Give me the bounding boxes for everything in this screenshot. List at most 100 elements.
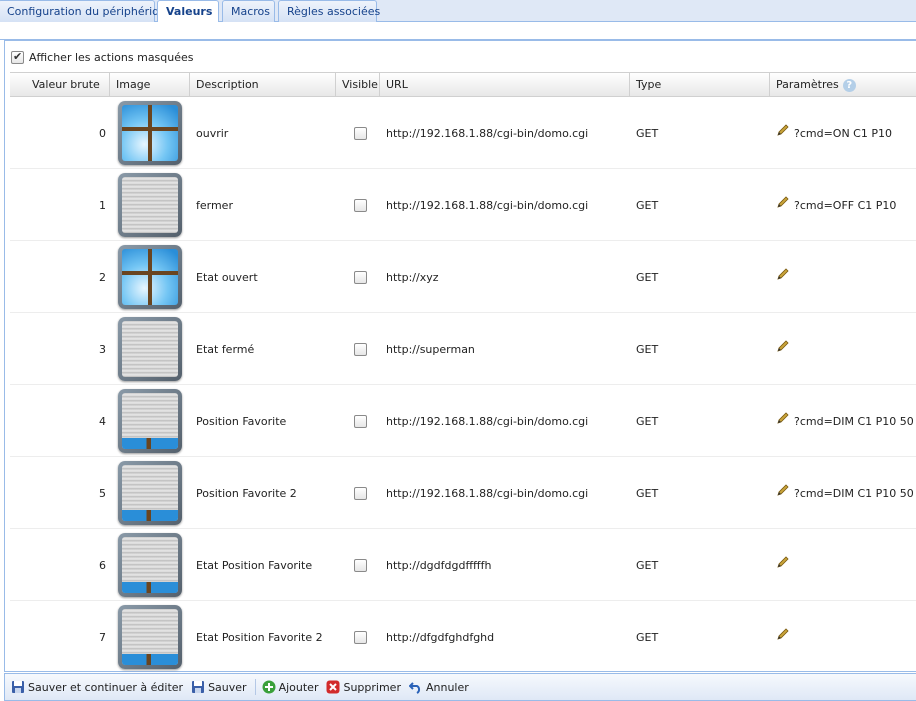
shutter-closed-icon[interactable] bbox=[118, 173, 182, 237]
table-row[interactable]: 1 fermer http://192.168.1.88/cgi-bin/domo.… bbox=[10, 169, 916, 241]
tab-macros[interactable]: Macros bbox=[222, 0, 275, 22]
visible-checkbox[interactable] bbox=[353, 558, 367, 572]
pencil-icon[interactable] bbox=[776, 195, 790, 209]
show-hidden-row[interactable]: Afficher les actions masquées bbox=[5, 47, 194, 67]
tab-valeurs[interactable]: Valeurs bbox=[157, 0, 219, 23]
pencil-icon[interactable] bbox=[776, 483, 790, 497]
pencil-icon[interactable] bbox=[776, 555, 790, 569]
visible-cell bbox=[348, 97, 372, 169]
value-image-cell bbox=[110, 529, 190, 601]
header-raw[interactable]: Valeur brute bbox=[10, 73, 110, 97]
params-cell: ?cmd=DIM C1 P10 50 bbox=[776, 457, 916, 529]
visible-checkbox[interactable] bbox=[353, 126, 367, 140]
table-row[interactable]: 5 Position Favorite 2 http://192.168.1.88/… bbox=[10, 457, 916, 529]
params-cell bbox=[776, 313, 916, 385]
url: http://192.168.1.88/cgi-bin/domo.cgi bbox=[386, 126, 589, 140]
table-row[interactable]: 6 Etat Position Favorite http://dgdfdgdfff… bbox=[10, 529, 916, 601]
params-value: ?cmd=DIM C1 P10 50 bbox=[794, 486, 914, 500]
raw-value: 0 bbox=[99, 126, 106, 140]
show-hidden-checkbox[interactable] bbox=[11, 50, 24, 64]
visible-checkbox[interactable] bbox=[353, 270, 367, 284]
params-value: ?cmd=DIM C1 P10 50 bbox=[794, 414, 914, 428]
shutter-partial-icon[interactable] bbox=[118, 461, 182, 525]
description: Etat fermé bbox=[196, 342, 255, 356]
toolbar-separator bbox=[254, 679, 256, 695]
help-icon[interactable]: ? bbox=[842, 78, 856, 92]
window-open-icon[interactable] bbox=[118, 245, 182, 309]
raw-value: 4 bbox=[99, 414, 106, 428]
description: Etat Position Favorite bbox=[196, 558, 313, 572]
url: http://192.168.1.88/cgi-bin/domo.cgi bbox=[386, 414, 589, 428]
header-visible[interactable]: Visible bbox=[336, 73, 380, 97]
shutter-partial-icon[interactable] bbox=[118, 533, 182, 597]
raw-value: 5 bbox=[99, 486, 106, 500]
pencil-icon[interactable] bbox=[776, 339, 790, 353]
header-params[interactable]: Paramètres? bbox=[770, 73, 916, 97]
visible-checkbox[interactable] bbox=[353, 486, 367, 500]
visible-cell bbox=[348, 313, 372, 385]
table-row[interactable]: 0 ouvrir http://192.168.1.88/cgi-bin/domo.… bbox=[10, 97, 916, 169]
visible-checkbox[interactable] bbox=[353, 198, 367, 212]
params-value: ?cmd=ON C1 P10 bbox=[794, 126, 892, 140]
shutter-partial-icon[interactable] bbox=[118, 605, 182, 669]
visible-checkbox[interactable] bbox=[353, 414, 367, 428]
type: GET bbox=[636, 414, 659, 428]
undo-icon bbox=[408, 682, 421, 694]
description: Etat Position Favorite 2 bbox=[196, 630, 323, 644]
header-url[interactable]: URL bbox=[380, 73, 630, 97]
add-button[interactable]: Ajouter bbox=[262, 680, 319, 694]
value-image-cell bbox=[110, 385, 190, 457]
tab-bar: Configuration du périphérique Valeurs Ma… bbox=[0, 0, 916, 23]
url: http://xyz bbox=[386, 270, 439, 284]
params-value: ?cmd=OFF C1 P10 bbox=[794, 198, 897, 212]
visible-checkbox[interactable] bbox=[353, 630, 367, 644]
table-row[interactable]: 2 Etat ouvert http://xyz GET bbox=[10, 241, 916, 313]
save-button[interactable]: Sauver bbox=[191, 680, 247, 694]
table-row[interactable]: 3 Etat fermé http://superman GET bbox=[10, 313, 916, 385]
header-params-label: Paramètres bbox=[776, 78, 839, 91]
tab-regles[interactable]: Règles associées bbox=[278, 0, 380, 22]
save-continue-button[interactable]: Sauver et continuer à éditer bbox=[11, 680, 183, 694]
save-continue-label: Sauver et continuer à éditer bbox=[28, 680, 184, 694]
type: GET bbox=[636, 486, 659, 500]
type: GET bbox=[636, 270, 659, 284]
visible-cell bbox=[348, 169, 372, 241]
raw-value: 7 bbox=[99, 630, 106, 644]
value-image-cell bbox=[110, 169, 190, 241]
floppy-icon bbox=[12, 681, 24, 693]
window-open-icon[interactable] bbox=[118, 101, 182, 165]
type: GET bbox=[636, 342, 659, 356]
shutter-partial-icon[interactable] bbox=[118, 389, 182, 453]
visible-checkbox[interactable] bbox=[353, 342, 367, 356]
pencil-icon[interactable] bbox=[776, 627, 790, 641]
pencil-icon[interactable] bbox=[776, 123, 790, 137]
table-row[interactable]: 7 Etat Position Favorite 2 http://dfgdfghd… bbox=[10, 601, 916, 672]
header-type[interactable]: Type bbox=[630, 73, 770, 97]
header-description[interactable]: Description bbox=[190, 73, 336, 97]
pencil-icon[interactable] bbox=[776, 411, 790, 425]
params-cell: ?cmd=OFF C1 P10 bbox=[776, 169, 916, 241]
tab-strip bbox=[0, 22, 916, 40]
type: GET bbox=[636, 126, 659, 140]
cancel-button[interactable]: Annuler bbox=[408, 680, 469, 694]
delete-button[interactable]: Supprimer bbox=[326, 680, 401, 694]
raw-value: 6 bbox=[99, 558, 106, 572]
add-label: Ajouter bbox=[278, 680, 319, 694]
value-image-cell bbox=[110, 313, 190, 385]
value-image-cell bbox=[110, 241, 190, 313]
visible-cell bbox=[348, 529, 372, 601]
save-label: Sauver bbox=[208, 680, 247, 694]
shutter-closed-icon[interactable] bbox=[118, 317, 182, 381]
url: http://dfgdfghdfghd bbox=[386, 630, 495, 644]
tab-configuration[interactable]: Configuration du périphérique bbox=[0, 0, 173, 22]
pencil-icon[interactable] bbox=[776, 267, 790, 281]
value-image-cell bbox=[110, 457, 190, 529]
description: ouvrir bbox=[196, 126, 229, 140]
visible-cell bbox=[348, 241, 372, 313]
description: Etat ouvert bbox=[196, 270, 258, 284]
bottom-toolbar: Sauver et continuer à éditer Sauver Ajou… bbox=[4, 673, 916, 701]
table-row[interactable]: 4 Position Favorite http://192.168.1.88/cg… bbox=[10, 385, 916, 457]
raw-value: 3 bbox=[99, 342, 106, 356]
header-image[interactable]: Image bbox=[110, 73, 190, 97]
value-image-cell bbox=[110, 601, 190, 672]
